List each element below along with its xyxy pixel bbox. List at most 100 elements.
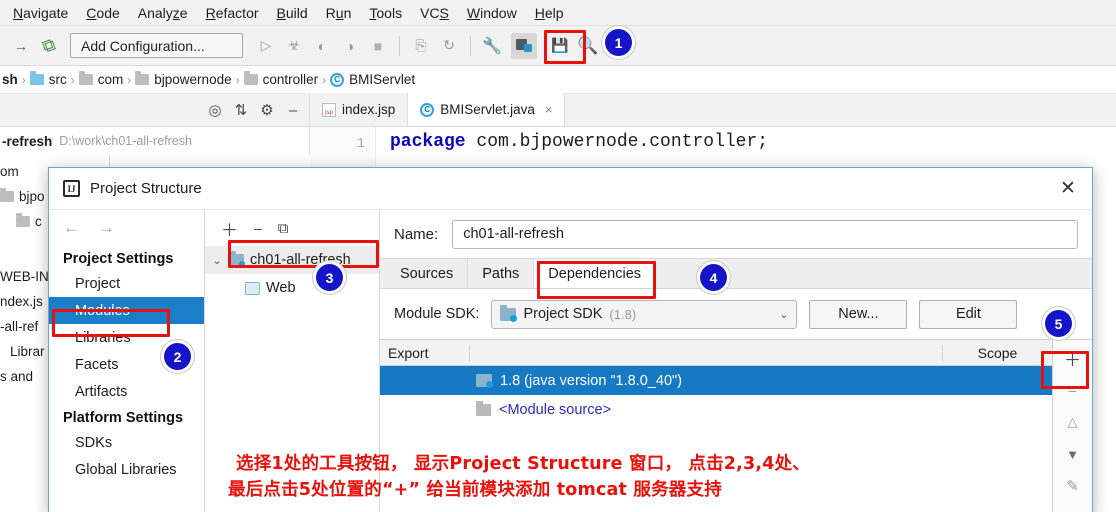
remove-minus-icon[interactable]: – (254, 220, 262, 236)
folder-gray-icon (0, 188, 14, 202)
module-name-value: ch01-all-refresh (463, 226, 564, 242)
sidebar-item-artifacts-label: Artifacts (75, 383, 128, 400)
annotation-badge-3-number: 3 (325, 269, 334, 286)
dependency-edit-button[interactable]: ✎ (1054, 470, 1092, 502)
breadcrumb-item-5[interactable]: C BMIServlet (330, 72, 415, 87)
sidebar-item-modules[interactable]: Modules (49, 297, 204, 324)
menu-code[interactable]: Code (77, 3, 128, 23)
sdk-new-button[interactable]: New... (809, 299, 908, 329)
dependency-label: 1.8 (java version "1.8.0_40") (500, 372, 682, 389)
breadcrumb-item-4[interactable]: controller (243, 71, 318, 87)
collapse-all-icon[interactable]: ⇅ (229, 98, 253, 122)
module-list-toolbar: ＋ – ⧉ (205, 210, 379, 246)
module-name-input[interactable]: ch01-all-refresh (452, 219, 1078, 249)
module-tree-web-facet[interactable]: Web (205, 274, 379, 302)
dependency-move-up-button[interactable]: △ (1054, 406, 1092, 438)
dependency-remove-button[interactable]: – (1054, 374, 1092, 406)
locate-target-icon[interactable]: ◎ (203, 98, 227, 122)
add-plus-icon[interactable]: ＋ (221, 216, 238, 241)
menu-window[interactable]: Window (458, 3, 526, 23)
chevron-down-icon[interactable]: ⌄ (779, 308, 788, 321)
close-icon[interactable]: ✕ (1052, 175, 1084, 203)
annotation-note-line-2: 最后点击5处位置的“+” 给当前模块添加 tomcat 服务器支持 (228, 480, 722, 500)
sidebar-item-global-libraries-label: Global Libraries (75, 461, 177, 478)
breadcrumb-item-0[interactable]: sh (2, 72, 18, 87)
project-structure-icon[interactable] (511, 32, 537, 59)
menu-vcs[interactable]: VCS (411, 3, 458, 23)
dependency-move-down-button[interactable]: ▼ (1054, 438, 1092, 470)
tab-paths[interactable]: Paths (468, 259, 535, 288)
sidebar-item-sdks[interactable]: SDKs (49, 429, 204, 456)
tree-label-5: -all-ref (0, 319, 39, 334)
settings-gear-icon[interactable]: ⚙ (255, 98, 279, 122)
tab-sources[interactable]: Sources (386, 259, 469, 288)
copy-icon[interactable]: ⧉ (278, 220, 289, 237)
project-root-path: D:\work\ch01-all-refresh (59, 134, 192, 148)
sync-icon[interactable]: 💾 (547, 33, 573, 59)
menu-tools[interactable]: Tools (360, 3, 411, 23)
run-configuration-label: Add Configuration... (81, 37, 205, 54)
run-triangle-icon[interactable]: ▷ (253, 33, 279, 59)
web-facet-icon (245, 281, 260, 295)
table-row[interactable]: <Module source> (380, 395, 1052, 424)
search-magnifier-icon[interactable]: 🔍 (575, 33, 601, 59)
sidebar-item-project[interactable]: Project (49, 270, 204, 297)
sidebar-item-artifacts[interactable]: Artifacts (49, 378, 204, 405)
arrow-right-icon[interactable]: → (98, 218, 115, 238)
breadcrumb-label-1: src (48, 72, 67, 87)
arrow-left-icon[interactable]: ← (63, 218, 80, 238)
module-tree-ch01-all-refresh[interactable]: ⌄ ch01-all-refresh (205, 246, 379, 274)
module-sdk-select[interactable]: Project SDK (1.8) ⌄ (491, 299, 798, 329)
chevron-down-icon[interactable]: ⌄ (211, 254, 223, 267)
toolbar-divider-2 (470, 35, 471, 56)
update-app-icon[interactable]: ⎘ (408, 33, 434, 59)
menu-build[interactable]: Build (268, 3, 317, 23)
folder-gray-icon (78, 71, 93, 85)
wrench-icon[interactable]: 🔧 (479, 33, 505, 59)
column-header-export[interactable]: Export (380, 344, 470, 361)
table-row[interactable]: 1.8 (java version "1.8.0_40") (380, 366, 1052, 395)
breadcrumb-label-0: sh (2, 72, 18, 87)
menu-analyze[interactable]: Analyze (129, 3, 197, 23)
tab-dependencies[interactable]: Dependencies (534, 259, 657, 288)
redeploy-icon[interactable]: ↻ (436, 33, 462, 59)
sidebar-item-global-libraries[interactable]: Global Libraries (49, 456, 204, 483)
annotation-badge-5-number: 5 (1054, 315, 1063, 332)
sdk-edit-button[interactable]: Edit (919, 299, 1018, 329)
tab-bmiservlet-java[interactable]: C BMIServlet.java × (408, 93, 566, 126)
hammer-icon[interactable]: ⧉ (32, 29, 65, 62)
run-configuration-selector[interactable]: Add Configuration... (70, 33, 243, 58)
stop-square-icon[interactable]: ■ (365, 33, 391, 59)
code-text: com.bjpowernode.controller; (465, 132, 769, 152)
java-class-icon: C (420, 102, 435, 117)
close-icon[interactable]: × (545, 102, 553, 117)
module-tab-bar: Sources Paths Dependencies (380, 258, 1092, 289)
editor-tab-bar: jsp index.jsp C BMIServlet.java × (310, 93, 1116, 127)
column-header-scope[interactable]: Scope (942, 344, 1052, 361)
tree-label-6: Librar (10, 344, 45, 359)
intellij-idea-logo-icon: IJ (63, 180, 80, 197)
debug-bug-icon[interactable]: ☣ (281, 33, 307, 59)
hide-minus-icon[interactable]: – (281, 98, 305, 122)
breadcrumb: sh › src › com › bjpowernode › controlle… (0, 66, 1116, 94)
menu-run[interactable]: Run (317, 3, 361, 23)
folder-gray-icon (243, 71, 258, 85)
run-coverage-icon[interactable]: ◐ (309, 33, 335, 59)
breadcrumb-item-1[interactable]: src (29, 71, 67, 87)
dependency-add-button[interactable]: ＋ (1054, 342, 1092, 374)
tab-paths-label: Paths (482, 265, 520, 282)
breadcrumb-item-3[interactable]: bjpowernode (135, 71, 232, 87)
edit-pencil-icon: ✎ (1066, 478, 1079, 495)
breadcrumb-label-2: com (97, 72, 124, 87)
menu-navigate[interactable]: Navigate (4, 3, 77, 23)
project-panel-toolbar: ◎ ⇅ ⚙ – (0, 94, 310, 127)
tab-index-jsp[interactable]: jsp index.jsp (310, 93, 409, 126)
dialog-title: Project Structure (90, 180, 202, 197)
breadcrumb-item-2[interactable]: com (78, 71, 124, 87)
run-profiler-icon[interactable]: ◑ (337, 33, 363, 59)
project-root-row[interactable]: -refresh D:\work\ch01-all-refresh (0, 127, 310, 155)
menu-help[interactable]: Help (526, 3, 573, 23)
menu-refactor[interactable]: Refactor (197, 3, 268, 23)
sdk-edit-label: Edit (955, 306, 981, 322)
arrow-right-icon[interactable]: → (8, 33, 34, 59)
